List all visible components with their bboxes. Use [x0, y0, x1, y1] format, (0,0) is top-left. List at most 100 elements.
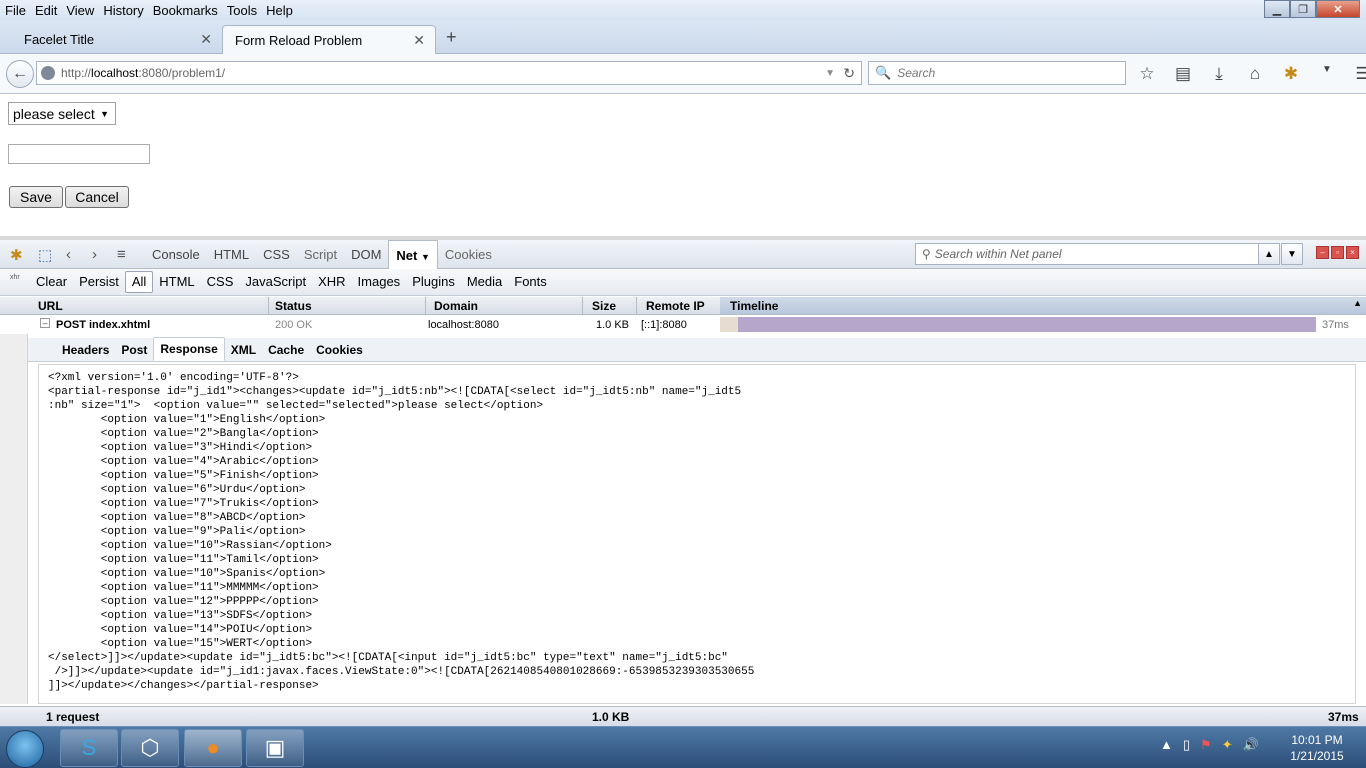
- menu-tools[interactable]: Tools: [222, 0, 261, 21]
- tab-bar: Facelet Title ✕ Form Reload Problem ✕ +: [0, 21, 1366, 55]
- search-bar[interactable]: 🔍 Search: [868, 61, 1126, 85]
- menu-help[interactable]: Help: [261, 0, 297, 21]
- start-button-icon[interactable]: [6, 730, 44, 768]
- tab-net[interactable]: Net ▼: [388, 240, 438, 269]
- picture-viewer-icon[interactable]: ▣: [246, 729, 304, 767]
- col-url[interactable]: URL: [38, 299, 63, 313]
- menu-bookmarks[interactable]: Bookmarks: [148, 0, 222, 21]
- tab-console[interactable]: Console: [145, 240, 207, 269]
- tab-post[interactable]: Post: [115, 339, 153, 361]
- taskbar-clock[interactable]: 10:01 PM 1/21/2015: [1282, 732, 1352, 764]
- language-select[interactable]: please select ▼: [8, 102, 116, 125]
- close-tab-icon[interactable]: ✕: [200, 31, 212, 48]
- firebug-dropdown-icon[interactable]: ▼: [1316, 64, 1338, 84]
- col-timeline[interactable]: Timeline ▲: [720, 297, 1366, 314]
- virtualbox-icon[interactable]: ⬡: [121, 729, 179, 767]
- menu-view[interactable]: View: [61, 0, 98, 21]
- menu-edit[interactable]: Edit: [30, 0, 61, 21]
- tab-detail-cookies[interactable]: Cookies: [310, 339, 369, 361]
- filter-xhr[interactable]: XHR: [312, 272, 351, 292]
- col-size[interactable]: Size: [592, 299, 616, 313]
- xhr-icon[interactable]: xhr: [10, 274, 22, 290]
- filter-plugins[interactable]: Plugins: [406, 272, 461, 292]
- close-icon[interactable]: ✕: [1316, 0, 1360, 18]
- clear-button[interactable]: Clear: [30, 272, 73, 292]
- menu-history[interactable]: History: [98, 0, 147, 21]
- column-sort-icon[interactable]: ▲: [1353, 298, 1362, 308]
- filter-fonts[interactable]: Fonts: [508, 272, 553, 292]
- filter-media[interactable]: Media: [461, 272, 508, 292]
- filter-javascript[interactable]: JavaScript: [239, 272, 312, 292]
- tab-facelet-title[interactable]: Facelet Title ✕: [8, 25, 222, 54]
- tab-css[interactable]: CSS: [256, 240, 297, 269]
- close-tab-icon[interactable]: ✕: [413, 32, 425, 49]
- reload-icon[interactable]: ↻: [843, 65, 855, 82]
- taskbar: S ⬡ ● ▣ ▲ ▯ ⚑ ✦ 🔊 10:01 PM 1/21/2015: [0, 726, 1366, 768]
- col-domain[interactable]: Domain: [434, 299, 478, 313]
- filter-html[interactable]: HTML: [153, 272, 200, 292]
- request-domain: localhost:8080: [428, 319, 499, 331]
- tab-form-reload-problem[interactable]: Form Reload Problem ✕: [222, 25, 436, 55]
- column-divider: [636, 297, 637, 314]
- url-bar[interactable]: http://localhost:8080/problem1/ ▼ ↻: [36, 61, 862, 85]
- save-button[interactable]: Save: [9, 186, 63, 208]
- bookmarks-list-icon[interactable]: ▤: [1172, 64, 1194, 84]
- tab-cookies[interactable]: Cookies: [438, 240, 499, 269]
- search-down-icon[interactable]: ▼: [1281, 243, 1303, 265]
- back-arrow-icon[interactable]: ←: [6, 60, 34, 88]
- maximize-icon[interactable]: ❐: [1290, 0, 1316, 18]
- request-status: 200 OK: [275, 319, 313, 331]
- firebug-toolbar: ✱ ⬚ ‹ › ≡ Console HTML CSS Script DOM Ne…: [0, 240, 1366, 269]
- tab-headers[interactable]: Headers: [56, 339, 115, 361]
- action-center-icon[interactable]: ✦: [1222, 737, 1233, 753]
- firebug-minimize-icon[interactable]: –: [1316, 246, 1329, 259]
- firebug-detach-icon[interactable]: ▫: [1331, 246, 1344, 259]
- home-icon[interactable]: ⌂: [1244, 64, 1266, 84]
- tab-cache[interactable]: Cache: [262, 339, 310, 361]
- col-remote-ip[interactable]: Remote IP: [646, 299, 705, 313]
- tab-dom[interactable]: DOM: [344, 240, 388, 269]
- tab-html[interactable]: HTML: [207, 240, 256, 269]
- dropdown-arrow-icon[interactable]: ▼: [825, 68, 835, 79]
- globe-icon: [41, 66, 55, 80]
- net-panel-search[interactable]: ⚲ Search within Net panel: [915, 243, 1259, 265]
- select-arrow-icon: ▼: [100, 108, 109, 119]
- show-hidden-icons-icon[interactable]: ▲: [1160, 737, 1173, 753]
- firebug-tabs: Console HTML CSS Script DOM Net ▼ Cookie…: [145, 240, 499, 269]
- column-divider: [582, 297, 583, 314]
- menu-hamburger-icon[interactable]: ☰: [1352, 64, 1366, 84]
- net-filter-bar: xhr Clear Persist All HTML CSS JavaScrip…: [0, 269, 1366, 296]
- table-row[interactable]: – POST index.xhtml 200 OK localhost:8080…: [0, 316, 1366, 334]
- bookmark-star-icon[interactable]: ☆: [1136, 64, 1158, 84]
- filter-images[interactable]: Images: [352, 272, 407, 292]
- search-up-icon[interactable]: ▲: [1258, 243, 1280, 265]
- skype-icon[interactable]: S: [60, 729, 118, 767]
- col-status[interactable]: Status: [275, 299, 312, 313]
- tab-script[interactable]: Script: [297, 240, 344, 269]
- request-remote-ip: [::1]:8080: [641, 319, 687, 331]
- network-error-icon[interactable]: ⚑: [1200, 737, 1212, 753]
- minimize-icon[interactable]: ▁: [1264, 0, 1290, 18]
- inspect-icon[interactable]: ⬚: [38, 246, 52, 264]
- select-value: please select: [13, 105, 95, 122]
- filter-all[interactable]: All: [124, 271, 154, 293]
- tab-response[interactable]: Response: [153, 337, 225, 361]
- volume-icon[interactable]: 🔊: [1243, 737, 1259, 753]
- new-tab-icon[interactable]: +: [446, 27, 457, 48]
- downloads-icon[interactable]: ⤓: [1208, 64, 1230, 84]
- back-chevron-icon[interactable]: ‹: [66, 246, 71, 263]
- text-input[interactable]: [8, 144, 150, 164]
- cancel-button[interactable]: Cancel: [65, 186, 129, 208]
- device-icon[interactable]: ▯: [1183, 737, 1190, 753]
- tab-xml[interactable]: XML: [225, 339, 262, 361]
- firefox-icon[interactable]: ●: [184, 729, 242, 767]
- forward-chevron-icon[interactable]: ›: [92, 246, 97, 263]
- firebug-logo-icon[interactable]: ✱: [10, 246, 23, 264]
- firebug-icon[interactable]: ✱: [1280, 64, 1302, 84]
- persist-button[interactable]: Persist: [73, 272, 125, 292]
- menu-file[interactable]: File: [0, 0, 30, 21]
- command-line-icon[interactable]: ≡: [117, 246, 126, 263]
- collapse-icon[interactable]: –: [40, 318, 50, 328]
- filter-css[interactable]: CSS: [201, 272, 240, 292]
- firebug-close-icon[interactable]: ×: [1346, 246, 1359, 259]
